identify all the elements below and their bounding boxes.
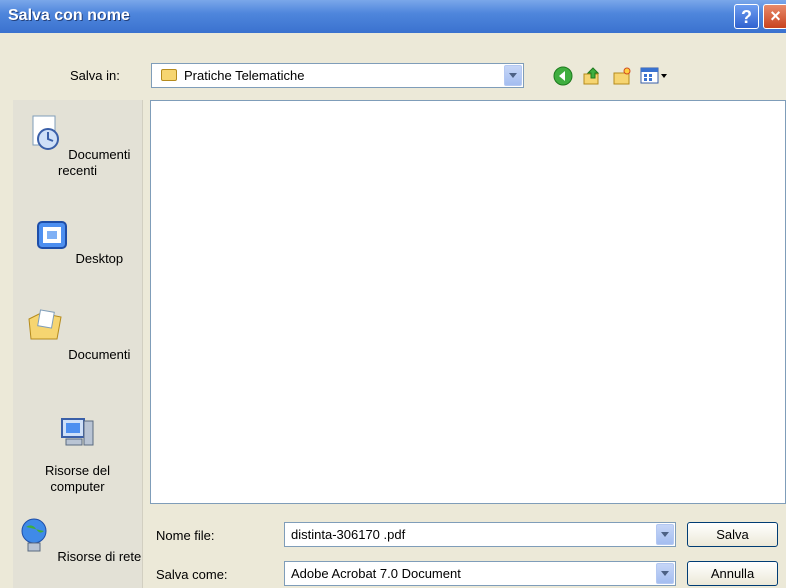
- help-button[interactable]: ?: [734, 4, 759, 29]
- my-documents-icon: [28, 309, 62, 340]
- place-label: Risorse del computer: [44, 463, 111, 494]
- new-folder-icon[interactable]: [612, 66, 632, 86]
- save-in-value: Pratiche Telematiche: [184, 68, 305, 83]
- close-button[interactable]: ×: [763, 4, 786, 29]
- cancel-button[interactable]: Annulla: [687, 561, 778, 586]
- up-folder-icon[interactable]: [582, 66, 602, 86]
- place-label: Documenti recenti: [57, 147, 131, 178]
- network-places-icon: [21, 518, 47, 552]
- place-my-computer[interactable]: Risorse del computer: [13, 413, 142, 495]
- folder-icon: [161, 69, 177, 81]
- filename-label: Nome file:: [156, 528, 215, 543]
- filename-value: distinta-306170 .pdf: [291, 527, 406, 542]
- my-computer-icon: [60, 418, 93, 446]
- savetype-label: Salva come:: [156, 567, 228, 582]
- recent-documents-icon: [32, 115, 59, 150]
- chevron-down-icon[interactable]: [656, 563, 674, 584]
- savetype-dropdown[interactable]: Adobe Acrobat 7.0 Document: [284, 561, 676, 586]
- place-label: Desktop: [75, 251, 124, 266]
- chevron-down-icon[interactable]: [656, 524, 674, 545]
- save-in-dropdown[interactable]: Pratiche Telematiche: [151, 63, 524, 88]
- save-in-label: Salva in:: [70, 68, 120, 83]
- title-bar[interactable]: Salva con nome ? ×: [0, 0, 786, 33]
- save-button[interactable]: Salva: [687, 522, 778, 547]
- places-bar: Documenti recenti Desktop Documenti Riso…: [13, 100, 143, 588]
- views-menu-icon[interactable]: [640, 66, 668, 86]
- place-label: Risorse di rete: [57, 549, 142, 564]
- file-list[interactable]: [150, 100, 786, 504]
- filename-input[interactable]: distinta-306170 .pdf: [284, 522, 676, 547]
- place-recent-documents[interactable]: Documenti recenti: [13, 113, 142, 179]
- back-icon[interactable]: [553, 66, 573, 86]
- place-my-documents[interactable]: Documenti: [13, 305, 142, 363]
- place-network[interactable]: Risorse di rete: [13, 515, 142, 565]
- place-desktop[interactable]: Desktop: [13, 217, 142, 267]
- chevron-down-icon[interactable]: [504, 65, 522, 86]
- desktop-icon: [36, 221, 67, 249]
- window-title: Salva con nome: [8, 7, 130, 24]
- savetype-value: Adobe Acrobat 7.0 Document: [291, 566, 461, 581]
- place-label: Documenti: [68, 347, 131, 362]
